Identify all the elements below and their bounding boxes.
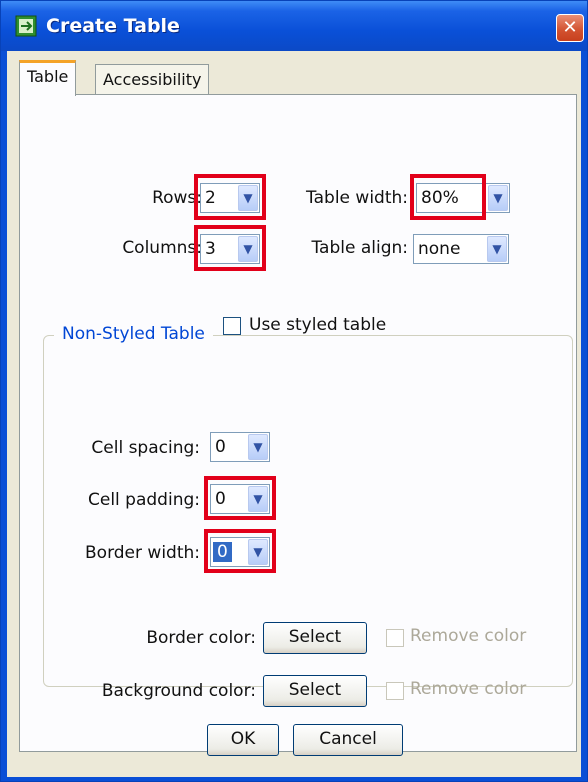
cell-spacing-value: 0 [215,437,226,457]
highlight-box [204,476,276,520]
title-bar[interactable]: Create Table ✕ [1,1,587,51]
background-color-select-button[interactable]: Select [263,675,367,707]
table-width-label: Table width: [306,188,408,208]
tab-accessibility-label: Accessibility [103,70,202,89]
chevron-down-icon[interactable]: ▼ [487,236,507,262]
background-remove-color-checkbox[interactable] [386,682,404,700]
background-color-label: Background color: [101,681,256,701]
columns-label: Columns: [122,238,202,258]
table-align-label: Table align: [311,238,408,258]
border-color-select-button[interactable]: Select [263,622,367,654]
tab-table[interactable]: Table [19,60,77,96]
close-button[interactable]: ✕ [556,14,584,42]
highlight-box [410,174,486,220]
app-icon [15,15,37,37]
highlight-box [194,225,266,271]
cell-padding-label: Cell padding: [88,490,200,510]
tab-table-label: Table [27,67,69,86]
non-styled-table-legend: Non-Styled Table [54,324,213,344]
highlight-box [194,174,266,220]
tab-accessibility[interactable]: Accessibility [95,64,210,98]
close-icon: ✕ [562,17,578,38]
cell-spacing-select[interactable]: 0 ▼ [210,432,270,462]
create-table-dialog: Create Table ✕ Table Accessibility Rows:… [0,0,588,782]
chevron-down-icon[interactable]: ▼ [488,185,508,211]
table-align-value: none [418,239,461,259]
background-remove-color-label: Remove color [410,679,527,699]
ok-button[interactable]: OK [207,724,279,756]
use-styled-table-label: Use styled table [249,315,387,335]
highlight-box [204,529,276,573]
border-remove-color-checkbox[interactable] [386,629,404,647]
border-color-label: Border color: [146,628,256,648]
dialog-body: Table Accessibility Rows: 2 ▼ Columns: 3… [7,51,581,777]
use-styled-table-checkbox[interactable] [223,317,241,335]
cancel-button[interactable]: Cancel [293,724,403,756]
cell-spacing-label: Cell spacing: [91,438,200,458]
chevron-down-icon[interactable]: ▼ [248,434,268,460]
border-width-label: Border width: [85,543,200,563]
border-remove-color-label: Remove color [410,626,527,646]
table-tab-panel: Rows: 2 ▼ Columns: 3 ▼ Table width: 80% … [19,94,577,752]
table-align-select[interactable]: none ▼ [413,234,509,264]
window-title: Create Table [46,15,180,37]
